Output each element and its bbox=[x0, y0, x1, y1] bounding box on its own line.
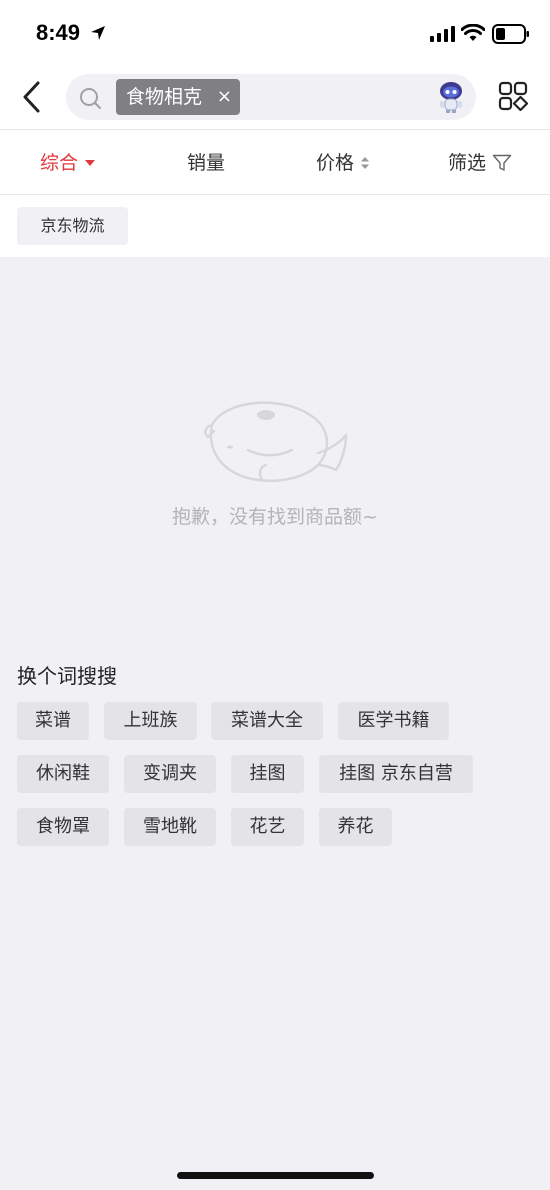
suggestion-tag[interactable]: 菜谱大全 bbox=[211, 702, 323, 740]
sort-bar: 综合 销量 价格 筛选 bbox=[0, 130, 550, 194]
grid-menu-icon[interactable] bbox=[498, 81, 528, 111]
suggestion-tag[interactable]: 花艺 bbox=[231, 808, 304, 846]
search-header: 食物相克 × bbox=[0, 66, 550, 129]
suggestions-title: 换个词搜搜 bbox=[17, 664, 117, 688]
filter-funnel-icon bbox=[492, 154, 512, 171]
status-bar: 8:49 bbox=[0, 0, 550, 66]
tab-filter[interactable]: 筛选 bbox=[448, 148, 512, 178]
back-arrow-icon[interactable] bbox=[18, 80, 48, 114]
tab-price-label: 价格 bbox=[316, 152, 355, 174]
search-input[interactable]: 食物相克 × bbox=[66, 74, 476, 120]
status-time: 8:49 bbox=[36, 20, 81, 45]
suggestion-tag[interactable]: 变调夹 bbox=[124, 755, 216, 793]
empty-state-message: 抱歉，没有找到商品额~ bbox=[172, 506, 378, 528]
battery-icon bbox=[492, 24, 529, 44]
search-icon bbox=[80, 88, 101, 109]
tab-sales[interactable]: 销量 bbox=[187, 148, 225, 178]
suggestion-tag[interactable]: 休闲鞋 bbox=[17, 755, 109, 793]
empty-state-mascot-icon bbox=[204, 401, 348, 483]
tab-filter-label: 筛选 bbox=[448, 152, 487, 174]
filter-chip-jd-logistics[interactable]: 京东物流 bbox=[17, 207, 128, 245]
suggestion-tag[interactable]: 挂图 bbox=[231, 755, 304, 793]
tab-sales-label: 销量 bbox=[187, 152, 226, 174]
tab-price[interactable]: 价格 bbox=[316, 148, 370, 178]
chip-close-icon[interactable]: × bbox=[217, 79, 232, 115]
sort-updown-icon bbox=[361, 157, 370, 169]
suggestion-tag[interactable]: 医学书籍 bbox=[338, 702, 449, 740]
tab-composite[interactable]: 综合 bbox=[40, 148, 96, 178]
suggestion-tag[interactable]: 挂图 京东自营 bbox=[319, 755, 473, 793]
suggestion-tag[interactable]: 雪地靴 bbox=[124, 808, 216, 846]
suggestion-tag[interactable]: 上班族 bbox=[104, 702, 197, 740]
location-arrow-icon bbox=[91, 26, 105, 40]
suggestion-tag[interactable]: 食物罩 bbox=[17, 808, 109, 846]
robot-assistant-icon[interactable] bbox=[436, 80, 466, 114]
search-keyword-text: 食物相克 bbox=[126, 86, 203, 108]
quick-filter-row: 京东物流 bbox=[0, 195, 550, 257]
cellular-signal-icon bbox=[430, 26, 455, 42]
search-keyword-chip[interactable]: 食物相克 × bbox=[116, 79, 240, 115]
suggestion-tag[interactable]: 养花 bbox=[319, 808, 392, 846]
wifi-icon bbox=[461, 24, 485, 41]
home-indicator[interactable] bbox=[177, 1172, 374, 1179]
tab-composite-label: 综合 bbox=[40, 152, 79, 174]
suggestion-tag[interactable]: 菜谱 bbox=[17, 702, 89, 740]
caret-down-icon bbox=[85, 160, 96, 166]
